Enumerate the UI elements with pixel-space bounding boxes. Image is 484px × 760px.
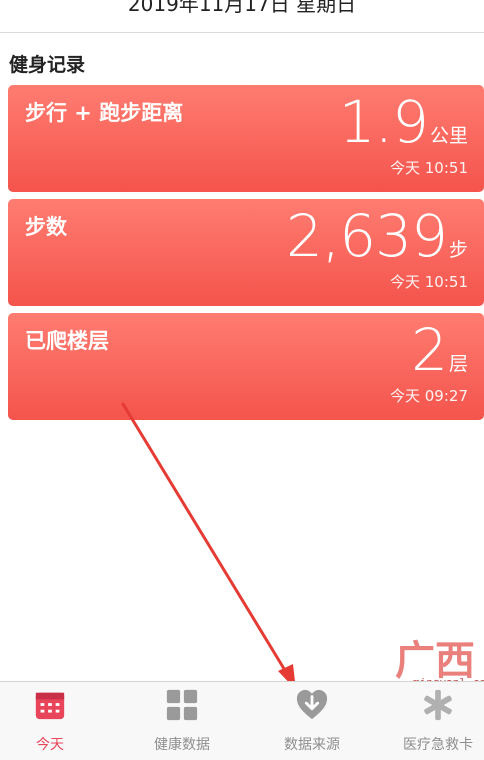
- tab-today[interactable]: 今天: [0, 688, 105, 754]
- medical-asterisk-icon: [424, 689, 452, 721]
- tab-label: 今天: [36, 737, 64, 753]
- heart-download-icon: [296, 689, 328, 720]
- tab-bar: 今天 健康数据 数据来源 医疗急救卡: [0, 681, 484, 760]
- tab-health-data[interactable]: 健康数据: [127, 688, 237, 754]
- calendar-icon: [35, 692, 65, 720]
- tab-label: 医疗急救卡: [403, 737, 473, 753]
- tab-label: 数据来源: [284, 737, 340, 753]
- tab-label: 健康数据: [154, 737, 210, 753]
- tab-sources[interactable]: 数据来源: [257, 688, 367, 754]
- grid-icon: [166, 689, 198, 721]
- tab-medical-id[interactable]: 医疗急救卡: [383, 688, 484, 754]
